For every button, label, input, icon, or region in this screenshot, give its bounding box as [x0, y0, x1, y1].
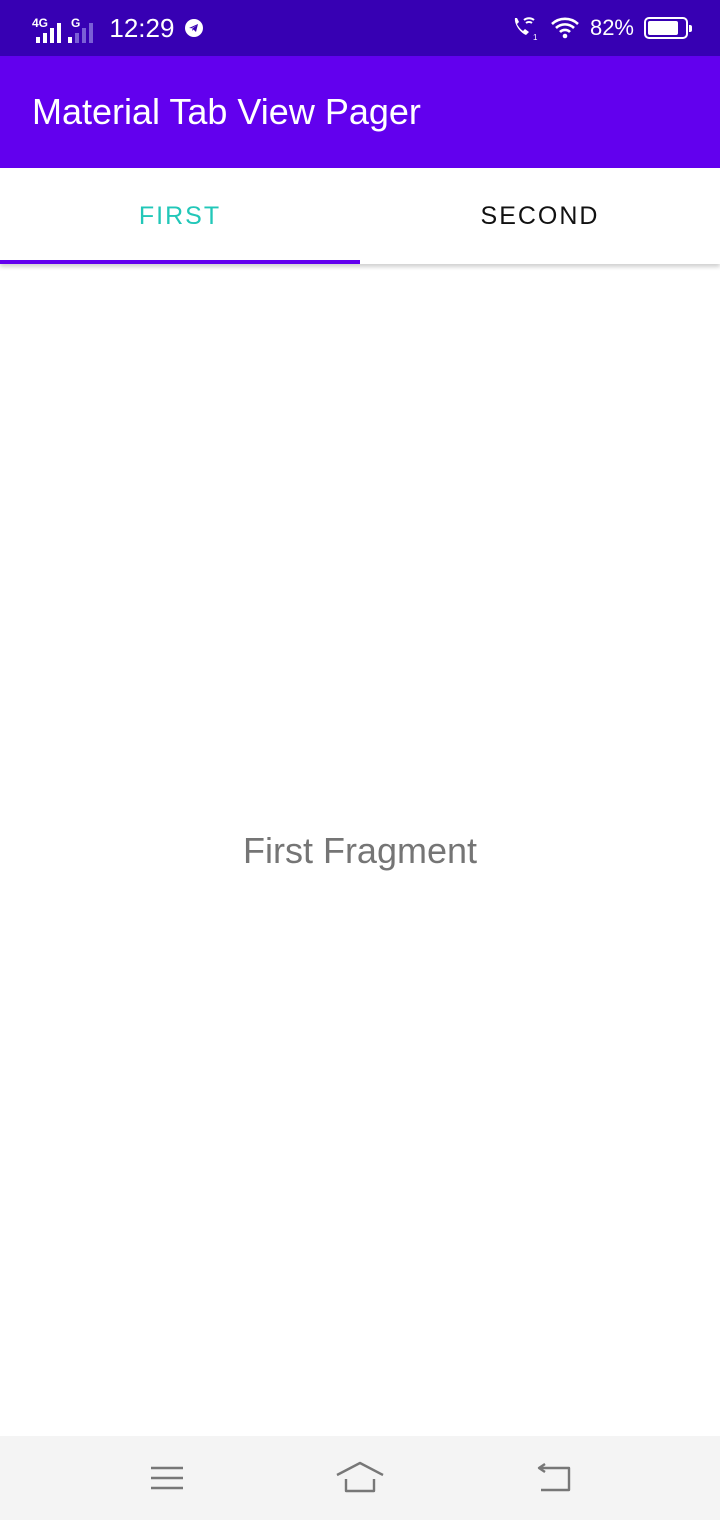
- network-type-label: 4G: [32, 16, 49, 30]
- signal-icon: 4G: [32, 13, 62, 43]
- signal-icon-secondary: G: [68, 13, 94, 43]
- battery-percentage: 82%: [589, 15, 634, 40]
- menu-button[interactable]: [137, 1453, 197, 1503]
- home-icon: [336, 1461, 384, 1493]
- tab-second[interactable]: SECOND: [360, 168, 720, 264]
- menu-icon: [150, 1466, 183, 1490]
- tab-second-label: SECOND: [480, 201, 600, 230]
- fragment-text: First Fragment: [242, 830, 478, 871]
- back-button[interactable]: [523, 1453, 583, 1503]
- network-type-label-secondary: G: [71, 16, 81, 30]
- battery-icon: [644, 17, 692, 39]
- wifi-call-icon: 1: [514, 17, 538, 42]
- status-right: 1 82%: [510, 14, 692, 42]
- tab-first[interactable]: FIRST: [0, 168, 360, 264]
- status-left: 4G G 12:29: [32, 13, 204, 44]
- tab-first-label: FIRST: [138, 201, 222, 230]
- status-time: 12:29: [109, 12, 175, 43]
- status-bar: 4G G 12:29 1 82%: [0, 0, 720, 56]
- wifi-icon: [551, 17, 579, 39]
- svg-text:1: 1: [533, 33, 538, 42]
- app-bar: Material Tab View Pager: [0, 56, 720, 168]
- back-icon: [538, 1463, 571, 1492]
- tab-bar: FIRST SECOND: [0, 168, 720, 264]
- navigation-bar: [0, 1436, 720, 1520]
- app-title: Material Tab View Pager: [32, 91, 421, 132]
- home-button[interactable]: [330, 1453, 390, 1503]
- fragment-content: First Fragment: [0, 264, 720, 1436]
- telegram-icon: [185, 19, 204, 37]
